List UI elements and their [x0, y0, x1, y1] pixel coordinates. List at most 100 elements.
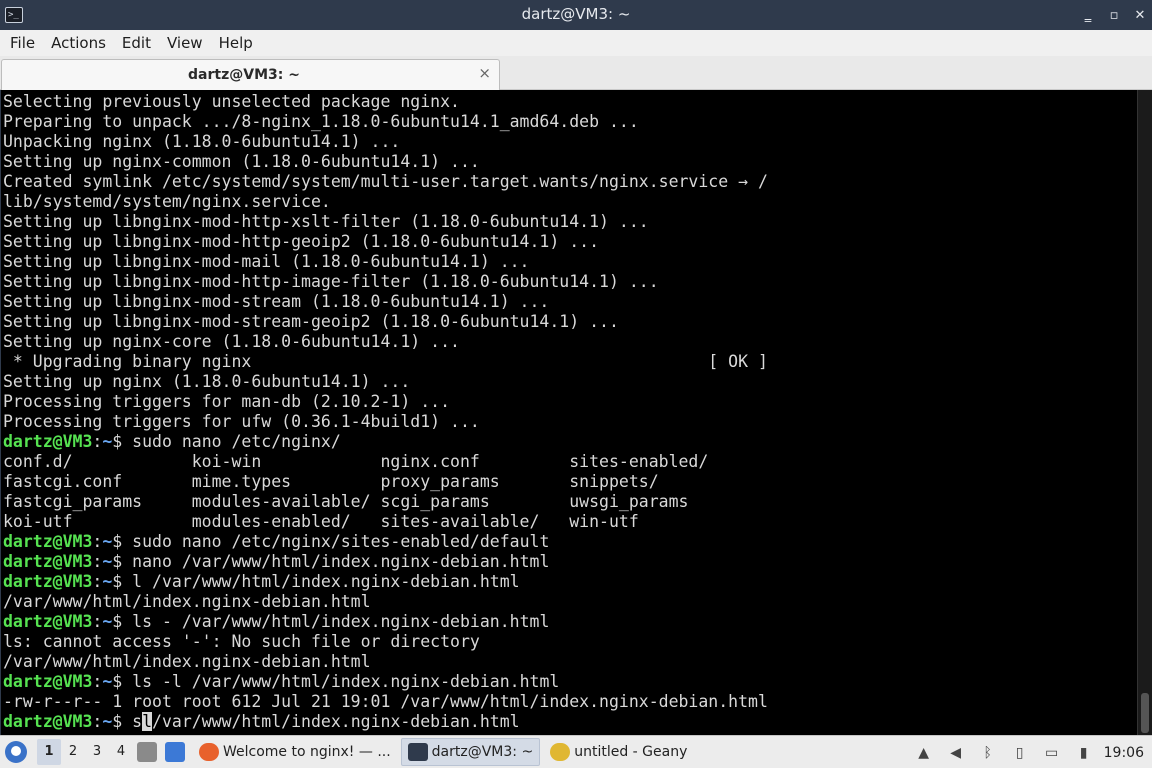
workspace-1[interactable]: 1 [37, 739, 61, 765]
output-line: Unpacking nginx (1.18.0-6ubuntu14.1) ... [3, 132, 401, 151]
output-line: Setting up nginx (1.18.0-6ubuntu14.1) ..… [3, 372, 411, 391]
prompt-symbol: $ [112, 432, 133, 451]
task-label: dartz@VM3: ~ [431, 744, 534, 760]
command-line: dartz@VM3:~$ ls - /var/www/html/index.ng… [3, 612, 1137, 632]
output-line: Setting up nginx-common (1.18.0-6ubuntu1… [3, 152, 480, 171]
command-line: dartz@VM3:~$ sl/var/www/html/index.nginx… [3, 712, 1137, 732]
tab-terminal[interactable]: dartz@VM3: ~ × [1, 59, 500, 90]
close-icon[interactable]: ✕ [1128, 3, 1152, 27]
start-menu-icon[interactable] [5, 741, 27, 763]
maximize-icon[interactable]: ▫ [1102, 3, 1126, 27]
prompt-separator: : [92, 552, 103, 571]
menu-view[interactable]: View [159, 34, 211, 52]
firefox-icon [199, 743, 219, 761]
window-title: dartz@VM3: ~ [521, 5, 631, 23]
output-line: Setting up libnginx-mod-stream (1.18.0-6… [3, 292, 550, 311]
terminal-view[interactable]: Selecting previously unselected package … [0, 90, 1152, 735]
task-terminal[interactable]: dartz@VM3: ~ [400, 738, 541, 766]
command-text: /var/www/html/index.nginx-debian.html [152, 712, 520, 731]
prompt-user-host: dartz@VM3 [3, 432, 93, 451]
output-line: koi-utf modules-enabled/ sites-available… [3, 512, 639, 531]
menu-edit[interactable]: Edit [114, 34, 159, 52]
output-line: fastcgi_params modules-available/ scgi_p… [3, 492, 689, 511]
output-line: Setting up libnginx-mod-http-xslt-filter… [3, 212, 649, 231]
geany-icon [550, 743, 571, 761]
terminal-app-icon: >_ [5, 7, 23, 23]
prompt-path: ~ [102, 532, 113, 551]
output-line: Setting up libnginx-mod-mail (1.18.0-6ub… [3, 252, 530, 271]
output-line: -rw-r--r-- 1 root root 612 Jul 21 19:01 … [3, 692, 768, 711]
output-line: Setting up libnginx-mod-stream-geoip2 (1… [3, 312, 619, 331]
prompt-separator: : [92, 612, 103, 631]
prompt-user-host: dartz@VM3 [3, 712, 93, 731]
prompt-path: ~ [102, 432, 113, 451]
window-controls: ‗ ▫ ✕ [1074, 0, 1152, 30]
text-cursor: l [142, 712, 153, 731]
output-line: ls: cannot access '-': No such file or d… [3, 632, 480, 651]
minimize-icon[interactable]: ‗ [1076, 3, 1100, 27]
prompt-user-host: dartz@VM3 [3, 572, 93, 591]
prompt-symbol: $ [112, 552, 133, 571]
task-label: untitled - Geany [574, 744, 688, 760]
menu-bar: File Actions Edit View Help [0, 30, 1152, 56]
prompt-path: ~ [102, 572, 113, 591]
workspace-3[interactable]: 3 [85, 739, 109, 765]
prompt-symbol: $ [112, 572, 133, 591]
prompt-path: ~ [102, 672, 113, 691]
output-line: lib/systemd/system/nginx.service. [3, 192, 331, 211]
clock[interactable]: 19:06 [1104, 745, 1144, 761]
prompt-user-host: dartz@VM3 [3, 552, 93, 571]
prompt-separator: : [92, 572, 103, 591]
output-line: conf.d/ koi-win nginx.conf sites-enabled… [3, 452, 709, 471]
output-line: Preparing to unpack .../8-nginx_1.18.0-6… [3, 112, 639, 131]
command-line: dartz@VM3:~$ l /var/www/html/index.nginx… [3, 572, 1137, 592]
terminal-scrollbar[interactable] [1137, 90, 1152, 735]
task-label: Welcome to nginx! — ... [223, 744, 391, 760]
prompt-user-host: dartz@VM3 [3, 612, 93, 631]
scrollbar-thumb[interactable] [1141, 693, 1149, 733]
output-line: Processing triggers for man-db (2.10.2-1… [3, 392, 451, 411]
window-title-bar[interactable]: >_ dartz@VM3: ~ ‗ ▫ ✕ [0, 0, 1152, 30]
prompt-separator: : [92, 672, 103, 691]
command-text: sudo nano /etc/nginx/sites-enabled/defau… [132, 532, 550, 551]
task-firefox[interactable]: Welcome to nginx! — ... [193, 738, 397, 766]
menu-file[interactable]: File [2, 34, 43, 52]
volume-icon[interactable]: ◀ [946, 743, 966, 763]
file-manager-icon[interactable] [137, 742, 157, 762]
show-desktop-icon[interactable] [165, 742, 185, 762]
notification-icon[interactable]: ▮ [1074, 743, 1094, 763]
prompt-path: ~ [102, 552, 113, 571]
task-geany[interactable]: untitled - Geany [544, 738, 693, 766]
network-icon[interactable]: ▭ [1042, 743, 1062, 763]
prompt-separator: : [92, 712, 103, 731]
command-line: dartz@VM3:~$ sudo nano /etc/nginx/ [3, 432, 1137, 452]
eject-icon[interactable]: ▲ [914, 743, 934, 763]
output-line: Created symlink /etc/systemd/system/mult… [3, 172, 768, 191]
taskbar: 1 2 3 4 Welcome to nginx! — ... dartz@VM… [0, 735, 1152, 768]
output-line: * Upgrading binary nginx [ OK ] [3, 352, 768, 371]
command-line: dartz@VM3:~$ sudo nano /etc/nginx/sites-… [3, 532, 1137, 552]
output-line: /var/www/html/index.nginx-debian.html [3, 592, 371, 611]
prompt-symbol: $ [112, 612, 133, 631]
output-line: fastcgi.conf mime.types proxy_params sni… [3, 472, 659, 491]
workspace-4[interactable]: 4 [109, 739, 133, 765]
workspace-2[interactable]: 2 [61, 739, 85, 765]
tab-close-icon[interactable]: × [478, 64, 491, 82]
clipboard-icon[interactable]: ▯ [1010, 743, 1030, 763]
system-tray: ▲ ◀ ᛒ ▯ ▭ ▮ 19:06 [908, 736, 1152, 768]
output-line: /var/www/html/index.nginx-debian.html [3, 652, 371, 671]
prompt-symbol: $ [112, 532, 133, 551]
tab-label: dartz@VM3: ~ [188, 67, 300, 83]
command-line: dartz@VM3:~$ nano /var/www/html/index.ng… [3, 552, 1137, 572]
command-text: sudo nano /etc/nginx/ [132, 432, 341, 451]
output-line: Setting up nginx-core (1.18.0-6ubuntu14.… [3, 332, 460, 351]
menu-help[interactable]: Help [211, 34, 261, 52]
prompt-path: ~ [102, 612, 113, 631]
prompt-symbol: $ [112, 712, 133, 731]
prompt-symbol: $ [112, 672, 133, 691]
prompt-path: ~ [102, 712, 113, 731]
prompt-separator: : [92, 532, 103, 551]
bluetooth-icon[interactable]: ᛒ [978, 743, 998, 763]
menu-actions[interactable]: Actions [43, 34, 114, 52]
output-line: Setting up libnginx-mod-http-geoip2 (1.1… [3, 232, 600, 251]
